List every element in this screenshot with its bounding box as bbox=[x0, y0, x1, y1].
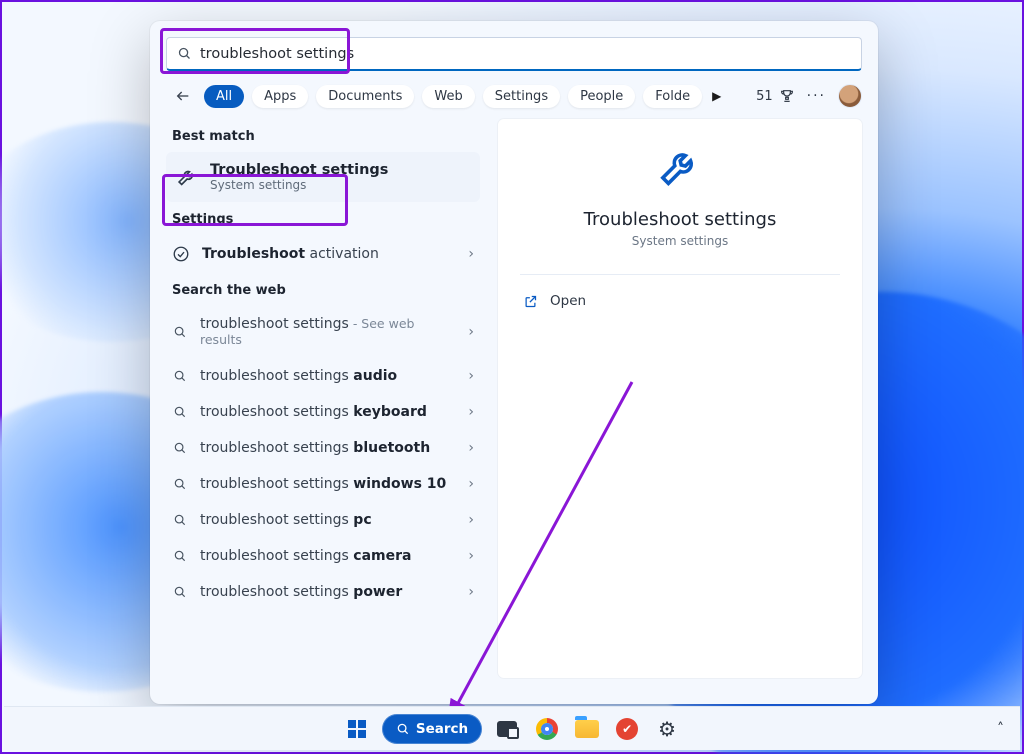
taskbar-app-settings[interactable]: ⚙ bbox=[652, 714, 682, 744]
taskbar-search-label: Search bbox=[416, 721, 468, 737]
wrench-icon bbox=[176, 166, 198, 188]
section-search-web: Search the web bbox=[166, 273, 480, 306]
section-best-match: Best match bbox=[166, 119, 480, 152]
filter-all[interactable]: All bbox=[204, 85, 244, 108]
rewards-points[interactable]: 51 bbox=[756, 88, 795, 104]
chevron-right-icon: › bbox=[468, 246, 474, 262]
search-icon bbox=[172, 368, 188, 384]
search-icon bbox=[172, 548, 188, 564]
chevron-right-icon: › bbox=[468, 584, 474, 600]
section-settings: Settings bbox=[166, 202, 480, 235]
chevron-right-icon: › bbox=[468, 368, 474, 384]
preview-pane: Troubleshoot settings System settings Op… bbox=[498, 119, 862, 678]
web-item[interactable]: troubleshoot settings pc › bbox=[166, 502, 480, 538]
settings-item-troubleshoot-activation[interactable]: Troubleshoot activation › bbox=[166, 235, 480, 273]
web-item[interactable]: troubleshoot settings windows 10 › bbox=[166, 466, 480, 502]
search-panel: All Apps Documents Web Settings People F… bbox=[150, 21, 878, 704]
divider bbox=[520, 274, 840, 275]
search-icon bbox=[172, 324, 188, 340]
best-match-title: Troubleshoot settings bbox=[210, 162, 388, 178]
taskbar-app-todoist[interactable] bbox=[612, 714, 642, 744]
web-item[interactable]: troubleshoot settings - See web results … bbox=[166, 306, 480, 358]
web-item[interactable]: troubleshoot settings keyboard › bbox=[166, 394, 480, 430]
filter-row: All Apps Documents Web Settings People F… bbox=[150, 71, 878, 119]
chevron-right-icon: › bbox=[468, 440, 474, 456]
search-box[interactable] bbox=[166, 37, 862, 71]
chrome-icon bbox=[536, 718, 558, 740]
web-item[interactable]: troubleshoot settings camera › bbox=[166, 538, 480, 574]
filter-folders[interactable]: Folde bbox=[643, 85, 702, 108]
best-match-item[interactable]: Troubleshoot settings System settings bbox=[166, 152, 480, 202]
chevron-right-icon: › bbox=[468, 476, 474, 492]
folder-icon bbox=[575, 720, 599, 738]
results-column: Best match Troubleshoot settings System … bbox=[166, 119, 480, 678]
wrench-icon bbox=[656, 143, 704, 191]
search-icon bbox=[172, 512, 188, 528]
search-icon bbox=[172, 440, 188, 456]
taskbar-app-explorer[interactable] bbox=[572, 714, 602, 744]
search-icon bbox=[396, 722, 410, 736]
filter-apps[interactable]: Apps bbox=[252, 85, 308, 108]
task-view-icon bbox=[497, 721, 517, 737]
search-icon bbox=[172, 404, 188, 420]
open-external-icon bbox=[522, 293, 538, 309]
start-button[interactable] bbox=[342, 714, 372, 744]
overflow-play-icon[interactable]: ▶ bbox=[712, 89, 721, 103]
back-button[interactable] bbox=[170, 83, 196, 109]
avatar[interactable] bbox=[838, 84, 862, 108]
filter-settings[interactable]: Settings bbox=[483, 85, 560, 108]
points-count: 51 bbox=[756, 89, 773, 104]
taskbar: Search ⚙ ˄ bbox=[4, 706, 1020, 750]
task-view-button[interactable] bbox=[492, 714, 522, 744]
more-icon[interactable]: ··· bbox=[803, 88, 830, 104]
chevron-right-icon: › bbox=[468, 324, 474, 340]
preview-subtitle: System settings bbox=[632, 234, 728, 248]
check-shield-icon bbox=[172, 245, 190, 263]
open-label: Open bbox=[550, 293, 586, 309]
search-icon bbox=[177, 46, 192, 61]
web-item[interactable]: troubleshoot settings bluetooth › bbox=[166, 430, 480, 466]
filter-people[interactable]: People bbox=[568, 85, 635, 108]
trophy-icon bbox=[779, 88, 795, 104]
todoist-icon bbox=[616, 718, 638, 740]
search-input[interactable] bbox=[200, 46, 851, 62]
web-item[interactable]: troubleshoot settings audio › bbox=[166, 358, 480, 394]
preview-title: Troubleshoot settings bbox=[584, 209, 777, 230]
windows-icon bbox=[348, 720, 366, 738]
filter-web[interactable]: Web bbox=[422, 85, 474, 108]
taskbar-search[interactable]: Search bbox=[382, 714, 482, 744]
search-icon bbox=[172, 476, 188, 492]
chevron-right-icon: › bbox=[468, 404, 474, 420]
chevron-right-icon: › bbox=[468, 512, 474, 528]
web-item[interactable]: troubleshoot settings power › bbox=[166, 574, 480, 610]
chevron-right-icon: › bbox=[468, 548, 474, 564]
taskbar-app-chrome[interactable] bbox=[532, 714, 562, 744]
filter-documents[interactable]: Documents bbox=[316, 85, 414, 108]
search-icon bbox=[172, 584, 188, 600]
open-action[interactable]: Open bbox=[520, 289, 840, 313]
system-tray-chevron-icon[interactable]: ˄ bbox=[997, 721, 1004, 737]
best-match-subtitle: System settings bbox=[210, 178, 388, 192]
gear-icon: ⚙ bbox=[658, 717, 676, 741]
